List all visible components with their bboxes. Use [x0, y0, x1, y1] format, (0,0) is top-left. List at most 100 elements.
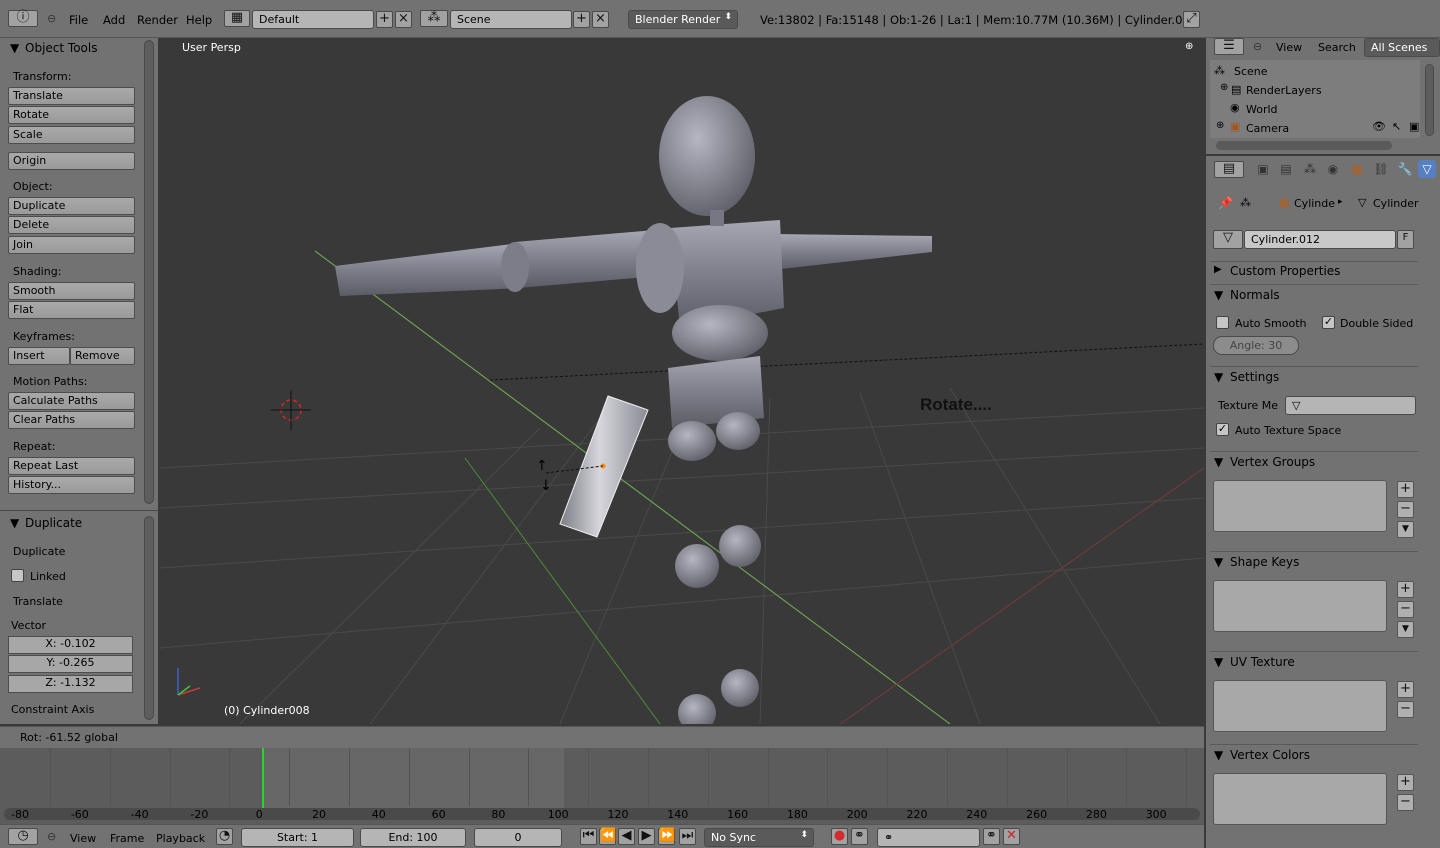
3d-viewport[interactable]: ↑ ↓ User Persp ⊕ (0) Cylinder008 Rotate.… — [160, 38, 1204, 724]
add-vertex-group-icon[interactable]: + — [1397, 481, 1414, 498]
editor-type-outliner-icon[interactable]: ☰ — [1214, 38, 1244, 55]
remove-vertex-group-icon[interactable]: − — [1397, 501, 1414, 518]
vector-z-field[interactable]: Z: -1.132 — [8, 675, 133, 693]
object-tab-icon[interactable]: ▩ — [1348, 160, 1366, 178]
outliner-h-scrollbar[interactable] — [1216, 141, 1392, 150]
linked-checkbox[interactable] — [11, 569, 24, 582]
selectability-cursor-icon[interactable]: ↖ — [1392, 120, 1401, 133]
jump-end-icon[interactable]: ⏭ — [679, 828, 696, 845]
timeline-scrollbar[interactable] — [4, 808, 1200, 820]
display-mode-selector[interactable]: All Scenes — [1364, 38, 1440, 57]
add-uv-texture-icon[interactable]: + — [1397, 681, 1414, 698]
insert-keyframe-icon[interactable]: ⚭ — [983, 828, 1000, 845]
jump-keyframe-forward-icon[interactable]: ⏩ — [658, 828, 675, 845]
vector-y-field[interactable]: Y: -0.265 — [8, 655, 133, 673]
renderability-camera-icon[interactable]: ▣ — [1409, 120, 1419, 133]
menu-help[interactable]: Help — [186, 13, 212, 27]
scene-tab-icon[interactable]: ⁂ — [1301, 160, 1319, 178]
timeline[interactable]: -80 -60 -40 -20 0 20 40 60 80 100 120 140 160 180 200 2… — [0, 748, 1204, 824]
collapse-menu-icon[interactable]: ⊖ — [47, 12, 56, 25]
add-vertex-color-icon[interactable]: + — [1397, 774, 1414, 791]
tool-shelf-scrollbar[interactable] — [144, 40, 154, 504]
end-frame-field[interactable]: End: 100 — [360, 828, 466, 847]
shape-keys-list[interactable] — [1213, 580, 1387, 632]
vector-x-field[interactable]: X: -0.102 — [8, 636, 133, 654]
clear-paths-button[interactable]: Clear Paths — [8, 411, 135, 429]
start-frame-field[interactable]: Start: 1 — [241, 828, 354, 847]
collapse-menu-icon[interactable]: ⊖ — [47, 830, 56, 843]
vertex-colors-list[interactable] — [1213, 773, 1387, 825]
collapse-arrow-icon[interactable]: ▼ — [1214, 748, 1223, 762]
visibility-eye-icon[interactable]: 👁 — [1372, 120, 1386, 133]
vertex-groups-list[interactable] — [1213, 480, 1387, 532]
collapse-arrow-icon[interactable]: ▼ — [1214, 370, 1223, 384]
menu-file[interactable]: File — [69, 13, 88, 27]
history-button[interactable]: History... — [8, 476, 135, 494]
shape-keys-panel[interactable]: Shape Keys — [1230, 555, 1299, 569]
repeat-last-button[interactable]: Repeat Last — [8, 457, 135, 475]
selected-cylinder[interactable]: ↑ ↓ — [536, 395, 649, 538]
outliner-row-world[interactable]: World — [1210, 100, 1416, 119]
expand-icon[interactable]: ⊕ — [1216, 120, 1224, 131]
fullscreen-icon[interactable]: ⤢ — [1183, 11, 1200, 28]
fake-user-button[interactable]: F — [1397, 230, 1414, 249]
vertex-group-menu-icon[interactable]: ▼ — [1397, 521, 1414, 538]
record-icon[interactable]: ● — [831, 828, 848, 845]
remove-layout-icon[interactable]: × — [395, 11, 412, 28]
expand-icon[interactable]: ⊕ — [1220, 82, 1228, 93]
auto-smooth-angle-field[interactable]: Angle: 30 — [1213, 336, 1299, 355]
pin-icon[interactable]: 📌 — [1218, 196, 1233, 210]
vertex-colors-panel[interactable]: Vertex Colors — [1230, 748, 1310, 762]
keying-link-icon[interactable]: ⚭ — [851, 828, 868, 845]
current-frame-marker[interactable] — [262, 748, 264, 808]
mesh-name-field[interactable]: Cylinder.012 — [1244, 230, 1396, 249]
editor-type-info-icon[interactable]: ⓘ — [8, 10, 38, 27]
add-scene-icon[interactable]: + — [573, 11, 590, 28]
texture-mesh-field[interactable]: ▽ — [1285, 396, 1416, 415]
layout-selector[interactable]: Default — [252, 10, 374, 29]
scene-selector[interactable]: Scene — [450, 10, 572, 29]
menu-view[interactable]: View — [70, 832, 96, 845]
delete-button[interactable]: Delete — [8, 216, 135, 234]
collapse-arrow-icon[interactable]: ▼ — [1214, 555, 1223, 569]
auto-smooth-checkbox[interactable] — [1216, 316, 1229, 329]
play-reverse-icon[interactable]: ◀ — [618, 828, 635, 845]
jump-keyframe-back-icon[interactable]: ⏪ — [599, 828, 616, 845]
collapse-menu-icon[interactable]: ⊖ — [1253, 40, 1262, 53]
smooth-button[interactable]: Smooth — [8, 282, 135, 300]
render-layers-tab-icon[interactable]: ▤ — [1277, 160, 1295, 178]
add-shape-key-icon[interactable]: + — [1397, 581, 1414, 598]
shape-key-menu-icon[interactable]: ▼ — [1397, 621, 1414, 638]
modifiers-tab-icon[interactable]: 🔧 — [1396, 160, 1414, 178]
viewport-canvas[interactable]: ↑ ↓ — [160, 38, 1204, 724]
mesh-browse-icon[interactable]: ▽ — [1213, 230, 1243, 249]
rotate-button[interactable]: Rotate — [8, 106, 135, 124]
collapse-arrow-icon[interactable]: ▼ — [1214, 455, 1223, 469]
world-tab-icon[interactable]: ◉ — [1324, 160, 1342, 178]
outliner-row-scene[interactable]: Scene — [1210, 62, 1416, 81]
collapse-arrow-icon[interactable]: ▼ — [10, 516, 19, 530]
outliner-menu-view[interactable]: View — [1276, 41, 1302, 54]
keying-set-icon[interactable]: ◔ — [216, 828, 233, 845]
menu-add[interactable]: Add — [103, 13, 125, 27]
collapse-arrow-icon[interactable]: ▼ — [10, 41, 19, 55]
outliner-menu-search[interactable]: Search — [1318, 41, 1356, 54]
delete-keyframe-icon[interactable]: ✕ — [1003, 828, 1020, 845]
collapse-arrow-icon[interactable]: ▼ — [1214, 655, 1223, 669]
double-sided-checkbox[interactable]: ✓ — [1322, 316, 1335, 329]
render-tab-icon[interactable]: ▣ — [1254, 160, 1272, 178]
remove-keyframe-button[interactable]: Remove — [70, 347, 135, 365]
remove-scene-icon[interactable]: × — [592, 11, 609, 28]
menu-render[interactable]: Render — [137, 13, 178, 27]
editor-type-timeline-icon[interactable]: ◷ — [8, 828, 38, 845]
mesh-data-tab-icon[interactable]: ▽ — [1418, 160, 1436, 178]
breadcrumb-object[interactable]: Cylinde — [1294, 197, 1335, 210]
uv-texture-panel[interactable]: UV Texture — [1230, 655, 1295, 669]
viewport-corner-icon[interactable]: ⊕ — [1185, 41, 1193, 52]
outliner-scrollbar[interactable] — [1425, 64, 1434, 136]
origin-button[interactable]: Origin — [8, 152, 135, 170]
remove-uv-texture-icon[interactable]: − — [1397, 701, 1414, 718]
join-button[interactable]: Join — [8, 236, 135, 254]
remove-vertex-color-icon[interactable]: − — [1397, 794, 1414, 811]
menu-frame[interactable]: Frame — [110, 832, 144, 845]
